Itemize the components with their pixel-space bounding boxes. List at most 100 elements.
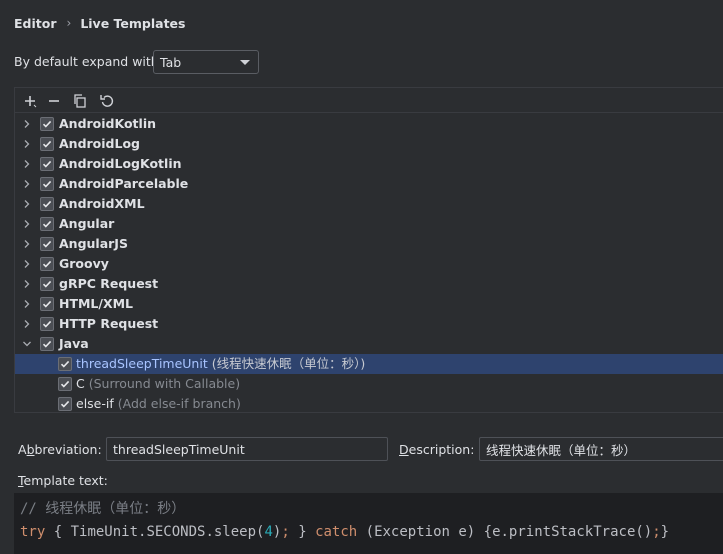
group-checkbox[interactable] [40,197,54,211]
group-label: AndroidKotlin [59,116,157,131]
code-line-1: // 线程休眠（单位：秒） [20,501,186,517]
template-description: (Add else-if branch) [113,396,241,411]
abbreviation-label-mnemonic: b [26,442,35,457]
breadcrumb-editor[interactable]: Editor [14,16,57,31]
tree-toolbar [15,88,723,113]
template-checkbox[interactable] [58,357,72,371]
group-checkbox[interactable] [40,297,54,311]
chevron-right-icon[interactable] [21,218,33,230]
group-label: AngularJS [59,236,128,251]
template-group-row[interactable]: HTML/XML [15,294,723,314]
expand-with-value: Tab [160,54,182,70]
group-checkbox[interactable] [40,237,54,251]
template-label: C (Surround with Callable) [76,376,240,392]
template-checkbox[interactable] [58,377,72,391]
group-label: Java [59,336,89,351]
template-group-row[interactable]: HTTP Request [15,314,723,334]
chevron-right-icon[interactable] [21,258,33,270]
template-row[interactable]: C (Surround with Callable) [15,374,723,394]
template-name: threadSleepTimeUnit [76,356,208,371]
template-group-row[interactable]: gRPC Request [15,274,723,294]
template-label: else-if (Add else-if branch) [76,396,241,412]
template-text-label: Template text: [18,473,108,489]
group-label: gRPC Request [59,276,159,291]
copy-icon[interactable] [72,93,88,109]
template-row[interactable]: threadSleepTimeUnit (线程快速休眠（单位：秒）) [15,354,723,374]
chevron-right-icon[interactable] [21,278,33,290]
template-group-row[interactable]: AndroidLogKotlin [15,154,723,174]
chevron-right-icon[interactable] [21,318,33,330]
template-text-label-post: emplate text: [23,473,108,488]
template-group-row[interactable]: AndroidKotlin [15,114,723,134]
abbreviation-label: Abbreviation: [18,442,102,458]
breadcrumb: Editor › Live Templates [14,14,185,32]
group-checkbox[interactable] [40,317,54,331]
group-label: AndroidLogKotlin [59,156,182,171]
group-label: Groovy [59,256,109,271]
group-checkbox[interactable] [40,157,54,171]
group-checkbox[interactable] [40,117,54,131]
code-line-2: try { TimeUnit.SECONDS.sleep(4); } catch… [20,524,669,540]
code-catch: catch [315,524,358,540]
page-title: Live Templates [80,15,186,31]
template-name: else-if [76,396,114,411]
templates-tree-panel: AndroidKotlin AndroidLog AndroidLogKotlin A… [14,87,723,413]
abbreviation-label-post: breviation: [34,442,102,457]
group-label: HTTP Request [59,316,159,331]
description-label-mnemonic: D [399,442,409,457]
template-description: (线程快速休眠（单位：秒）) [207,356,366,371]
description-label-post: escription: [408,442,475,457]
group-checkbox[interactable] [40,217,54,231]
group-checkbox[interactable] [40,257,54,271]
chevron-down-icon[interactable] [21,338,33,350]
template-group-row[interactable]: Java [15,334,723,354]
code-part-3: } [289,524,316,540]
template-group-row[interactable]: Groovy [15,254,723,274]
template-text-editor[interactable]: // 线程休眠（单位：秒） try { TimeUnit.SECONDS.sle… [14,493,723,554]
template-name: C [76,376,85,391]
expand-with-dropdown[interactable]: Tab [153,50,259,74]
chevron-right-icon[interactable] [21,298,33,310]
chevron-right-icon[interactable] [21,178,33,190]
add-icon[interactable] [22,93,38,109]
undo-icon[interactable] [99,93,115,109]
code-part-4: (Exception e) {e.printStackTrace() [357,524,653,540]
template-group-row[interactable]: AndroidXML [15,194,723,214]
remove-icon[interactable] [46,93,62,109]
abbreviation-input[interactable] [106,437,388,461]
group-label: Angular [59,216,115,231]
template-group-row[interactable]: AndroidLog [15,134,723,154]
template-row[interactable]: else-if (Add else-if branch) [15,394,723,412]
template-description: (Surround with Callable) [84,376,241,391]
breadcrumb-separator-icon: › [66,16,72,30]
code-try: try [20,524,46,540]
code-semicolon-1: ; [281,524,290,540]
abbreviation-label-pre: A [18,442,27,457]
template-group-row[interactable]: AngularJS [15,234,723,254]
group-label: HTML/XML [59,296,133,311]
code-part-5: } [660,524,670,540]
code-part-1: { TimeUnit.SECONDS.sleep( [45,524,265,540]
group-label: AndroidParcelable [59,176,189,191]
code-number: 4 [264,524,273,540]
group-label: AndroidLog [59,136,141,151]
template-label: threadSleepTimeUnit (线程快速休眠（单位：秒）) [76,356,365,372]
chevron-right-icon[interactable] [21,158,33,170]
chevron-right-icon[interactable] [21,198,33,210]
group-checkbox[interactable] [40,277,54,291]
group-label: AndroidXML [59,196,145,211]
code-semicolon-2: ; [652,524,661,540]
expand-with-label: By default expand with [14,54,159,69]
template-group-row[interactable]: AndroidParcelable [15,174,723,194]
group-checkbox[interactable] [40,177,54,191]
dropdown-arrow-icon [240,60,250,65]
group-checkbox[interactable] [40,137,54,151]
group-checkbox[interactable] [40,337,54,351]
description-input[interactable] [479,437,723,461]
chevron-right-icon[interactable] [21,138,33,150]
description-label: Description: [399,442,474,458]
chevron-right-icon[interactable] [21,238,33,250]
template-checkbox[interactable] [58,397,72,411]
template-group-row[interactable]: Angular [15,214,723,234]
chevron-right-icon[interactable] [21,118,33,130]
